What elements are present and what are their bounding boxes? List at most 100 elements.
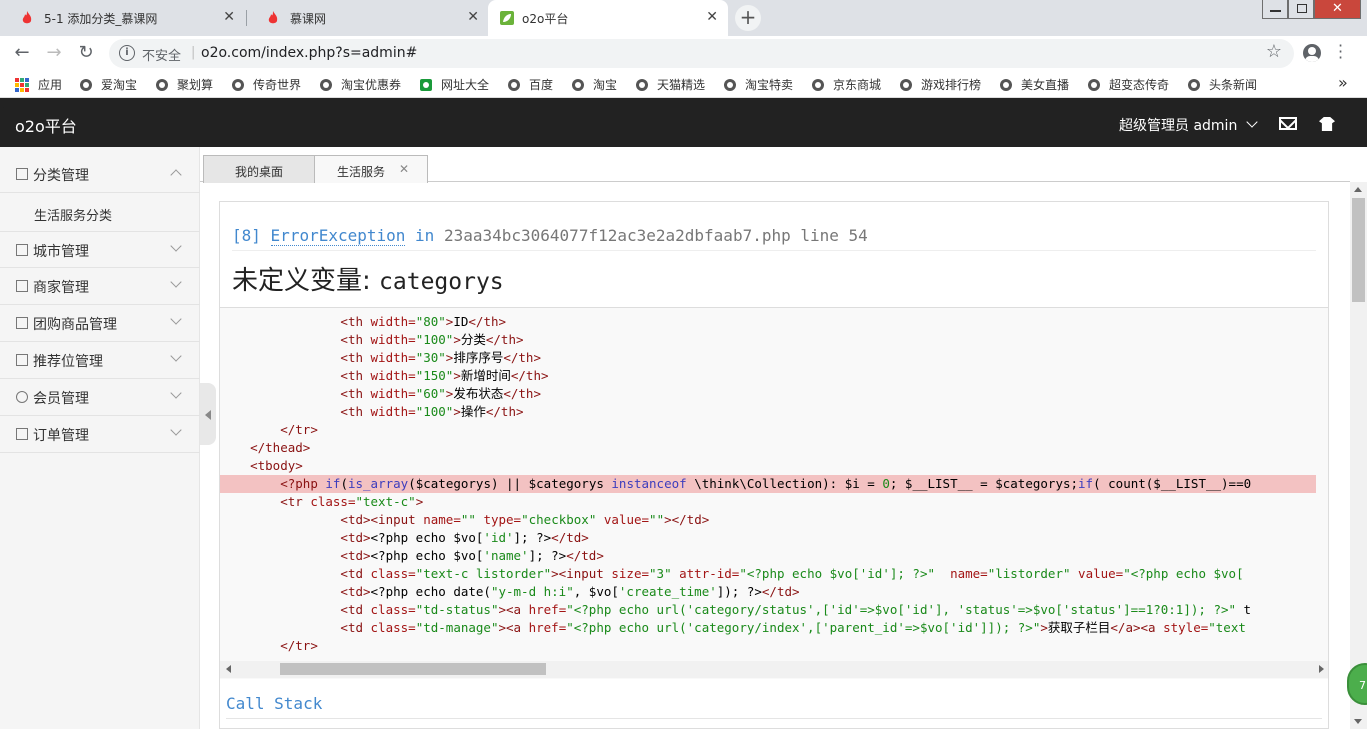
list-icon [16, 244, 28, 256]
bookmark-apps[interactable]: 应用 [15, 76, 62, 93]
browser-tab-imooc[interactable]: 慕课网 ✕ [246, 0, 489, 36]
sidebar-item-members[interactable]: 会员管理 [0, 379, 200, 416]
sidebar-item-category[interactable]: 分类管理 [0, 156, 200, 193]
code-line: </tr> [280, 422, 318, 437]
tab-title: o2o平台 [522, 11, 569, 26]
user-menu[interactable]: 超级管理员 admin [1119, 115, 1237, 135]
address-bar[interactable]: i 不安全 | o2o.com/index.php?s=admin# ☆ [109, 39, 1294, 68]
source-code-view[interactable]: <th width="80">ID</th> <th width="100">分… [220, 307, 1328, 679]
globe-icon [508, 78, 520, 91]
page-tab-label: 生活服务 [337, 165, 386, 179]
sidebar-subitem-life-service[interactable]: 生活服务分类 [34, 205, 112, 224]
scroll-left-icon[interactable] [226, 665, 231, 673]
sidebar-item-label: 商家管理 [33, 280, 89, 296]
flame-icon [22, 11, 32, 24]
error-in: in [415, 226, 435, 245]
code-line: </tr> [280, 638, 318, 653]
profile-icon[interactable] [1303, 44, 1321, 62]
close-icon[interactable]: ✕ [467, 9, 479, 25]
chevron-down-icon [170, 424, 182, 436]
info-icon[interactable]: i [119, 45, 135, 61]
grid-logo-icon [420, 78, 432, 91]
bookmark-item[interactable]: 爱淘宝 [80, 76, 137, 93]
bookmark-item[interactable]: 淘宝优惠券 [320, 76, 401, 93]
vertical-scrollbar[interactable] [1350, 182, 1367, 729]
error-panel: [8] ErrorException in 23aa34bc3064077f12… [219, 201, 1329, 729]
sidebar-item-label: 分类管理 [33, 168, 89, 184]
horizontal-scrollbar[interactable] [220, 661, 1328, 678]
sidebar-collapse-handle[interactable] [200, 383, 216, 445]
code-line: <td><input name="" type="checkbox" value… [340, 512, 710, 527]
restore-button[interactable] [1288, 0, 1314, 19]
globe-icon [724, 78, 736, 91]
bookmark-item[interactable]: 京东商城 [812, 76, 881, 93]
user-icon [16, 391, 28, 403]
scrollbar-thumb[interactable] [1352, 198, 1365, 302]
scroll-down-icon[interactable] [1354, 719, 1362, 724]
page-tab-life-service[interactable]: 生活服务 ✕ [314, 155, 428, 183]
bookmark-item[interactable]: 天猫精选 [636, 76, 705, 93]
forward-arrow-icon[interactable]: → [43, 42, 65, 64]
tab-title: 5-1 添加分类_慕课网 [44, 11, 158, 26]
bookmark-label: 淘宝优惠券 [341, 78, 402, 92]
bookmarks-more-button[interactable]: » [1338, 73, 1348, 92]
url-text[interactable]: o2o.com/index.php?s=admin# [201, 45, 417, 61]
list-icon [16, 168, 28, 180]
globe-icon [232, 78, 244, 91]
chevron-down-icon[interactable] [1246, 116, 1258, 128]
scroll-right-icon[interactable] [1319, 665, 1324, 673]
new-tab-button[interactable]: + [735, 5, 761, 31]
browser-tab-o2o[interactable]: o2o平台 ✕ [488, 0, 728, 36]
bookmark-item[interactable]: 游戏排行榜 [900, 76, 981, 93]
code-line: <th width="30">排序序号</th> [340, 350, 541, 365]
notification-badge: 1 [0, 98, 16, 114]
reload-icon[interactable]: ↻ [75, 42, 97, 64]
menu-icon[interactable]: · · · [1338, 38, 1343, 66]
bookmark-item[interactable]: 超变态传奇 [1088, 76, 1169, 93]
page-tabs: 我的桌面 生活服务 ✕ [200, 147, 1350, 183]
bookmark-item[interactable]: 淘宝 [572, 76, 617, 93]
bookmark-label: 天猫精选 [657, 78, 706, 92]
minimize-button[interactable] [1262, 0, 1288, 19]
bookmark-item[interactable]: 传奇世界 [232, 76, 301, 93]
bookmark-item[interactable]: 网址大全 [420, 76, 489, 93]
back-arrow-icon[interactable]: ← [11, 42, 33, 64]
bookmark-item[interactable]: 百度 [508, 76, 553, 93]
bookmark-item[interactable]: 头条新闻 [1188, 76, 1257, 93]
code-line: <th width="150">新增时间</th> [340, 368, 549, 383]
brand-title[interactable]: o2o平台 [15, 113, 77, 137]
close-icon[interactable]: ✕ [399, 162, 409, 176]
close-icon[interactable]: ✕ [706, 9, 718, 25]
sidebar-item-city[interactable]: 城市管理 [0, 231, 200, 268]
page-tab-desktop[interactable]: 我的桌面 [203, 155, 315, 183]
sidebar-item-recommend[interactable]: 推荐位管理 [0, 342, 200, 379]
sidebar: 分类管理 生活服务分类 城市管理 商家管理 团购商品管理 推荐位管理 会员管理 … [0, 147, 200, 729]
sidebar-item-merchant[interactable]: 商家管理 [0, 268, 200, 305]
globe-icon [636, 78, 648, 91]
bookmark-item[interactable]: 淘宝特卖 [724, 76, 793, 93]
chevron-up-icon [170, 169, 182, 181]
divider [226, 718, 1322, 719]
bookmark-label: 头条新闻 [1209, 78, 1258, 92]
close-icon[interactable]: ✕ [223, 9, 235, 25]
error-type[interactable]: ErrorException [270, 226, 406, 246]
error-file: 23aa34bc3064077f12ac3e2a2dbfaab7.php lin… [443, 226, 868, 245]
sidebar-item-label: 推荐位管理 [33, 354, 103, 370]
shirt-icon[interactable] [1319, 117, 1335, 131]
code-line: <td><?php echo $vo['id']; ?></td> [340, 530, 589, 545]
window-close-button[interactable]: ✕ [1314, 0, 1361, 19]
browser-toolbar: ← → ↻ i 不安全 | o2o.com/index.php?s=admin#… [0, 36, 1367, 70]
sidebar-item-orders[interactable]: 订单管理 [0, 416, 200, 453]
star-icon[interactable]: ☆ [1266, 41, 1282, 62]
tab-title: 慕课网 [290, 11, 327, 26]
scrollbar-thumb[interactable] [280, 663, 546, 675]
mail-icon[interactable] [1279, 117, 1297, 130]
globe-icon [812, 78, 824, 91]
sidebar-item-group-buy[interactable]: 团购商品管理 [0, 305, 200, 342]
browser-tab-imooc-add[interactable]: 5-1 添加分类_慕课网 ✕ [0, 0, 245, 36]
bag-icon [16, 354, 28, 366]
bookmark-item[interactable]: 聚划算 [156, 76, 213, 93]
code-line: <tbody> [250, 458, 303, 473]
scroll-up-icon[interactable] [1354, 187, 1362, 192]
bookmark-item[interactable]: 美女直播 [1000, 76, 1069, 93]
